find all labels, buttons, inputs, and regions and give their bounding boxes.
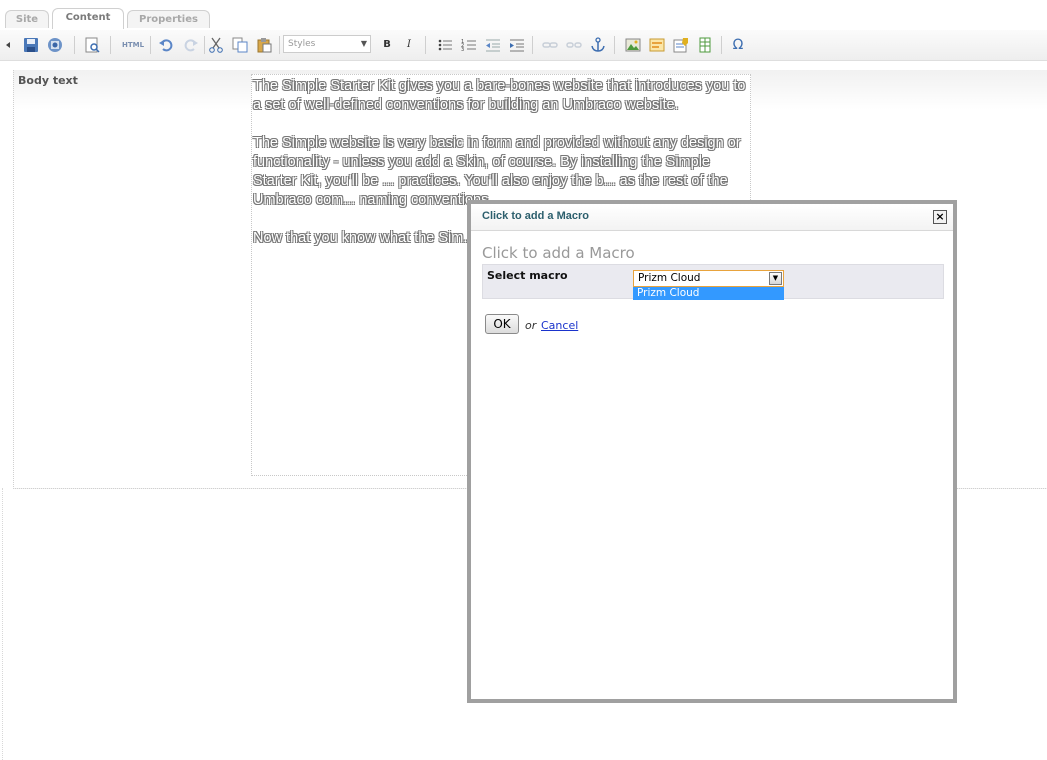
styles-select[interactable]: Styles ▼ [283, 35, 371, 53]
editor-toolbar: HTML Styles ▼ B I 123 Ω [0, 30, 1047, 61]
macro-select-value: Prizm Cloud [638, 272, 701, 284]
chevron-down-icon[interactable]: ▼ [769, 272, 782, 285]
undo-icon[interactable] [158, 37, 174, 53]
svg-text:3: 3 [461, 47, 464, 53]
unlink-icon[interactable] [566, 37, 582, 53]
insert-macro-icon[interactable] [649, 37, 665, 53]
numbered-list-icon[interactable]: 123 [461, 37, 477, 53]
chevron-down-icon: ▼ [360, 39, 367, 48]
tab-properties[interactable]: Properties [127, 10, 210, 28]
page: Site Content Properties HTML Styles ▼ B … [0, 0, 1047, 760]
macro-option-prizm-cloud[interactable]: Prizm Cloud [633, 287, 784, 300]
dialog-header: Click to add a Macro × [471, 204, 953, 231]
arrow-left-icon[interactable] [4, 37, 12, 53]
tab-content[interactable]: Content [52, 8, 124, 29]
editor-paragraph: The Simple website is very basic in form… [253, 135, 741, 208]
save-publish-icon[interactable] [47, 37, 63, 53]
select-macro-row: Select macro Prizm Cloud ▼ Prizm Cloud [482, 264, 944, 300]
outdent-icon[interactable] [485, 37, 501, 53]
divider [2, 488, 4, 760]
tab-site[interactable]: Site [5, 10, 49, 28]
copy-icon[interactable] [232, 37, 248, 53]
anchor-icon[interactable] [590, 37, 606, 53]
redo-icon[interactable] [183, 37, 199, 53]
macro-select[interactable]: Prizm Cloud ▼ [633, 270, 784, 287]
indent-icon[interactable] [509, 37, 525, 53]
dialog-title: Click to add a Macro [482, 210, 589, 222]
cut-icon[interactable] [208, 37, 224, 53]
or-text: or [525, 319, 537, 332]
preview-icon[interactable] [84, 37, 100, 53]
link-icon[interactable] [542, 37, 558, 53]
special-character-icon[interactable]: Ω [730, 37, 746, 53]
insert-macro-dialog: Click to add a Macro × Click to add a Ma… [467, 200, 957, 703]
property-label-body-text: Body text [18, 74, 78, 87]
select-macro-label: Select macro [487, 269, 568, 282]
bold-icon[interactable]: B [379, 37, 395, 53]
close-icon[interactable]: × [933, 210, 947, 224]
editor-paragraph: The Simple Starter Kit gives you a bare-… [253, 78, 746, 113]
insert-form-icon[interactable] [673, 37, 689, 53]
save-icon[interactable] [23, 37, 39, 53]
insert-table-icon[interactable] [697, 37, 713, 53]
insert-image-icon[interactable] [625, 37, 641, 53]
paste-icon[interactable] [256, 37, 272, 53]
italic-icon[interactable]: I [401, 37, 417, 53]
styles-select-value: Styles [288, 39, 316, 49]
bullet-list-icon[interactable] [437, 37, 453, 53]
cancel-link[interactable]: Cancel [541, 319, 578, 332]
tab-bar: Site Content Properties [0, 0, 1047, 31]
html-source-icon[interactable]: HTML [122, 37, 144, 53]
ok-button[interactable]: OK [485, 314, 519, 334]
dialog-heading: Click to add a Macro [482, 244, 635, 262]
